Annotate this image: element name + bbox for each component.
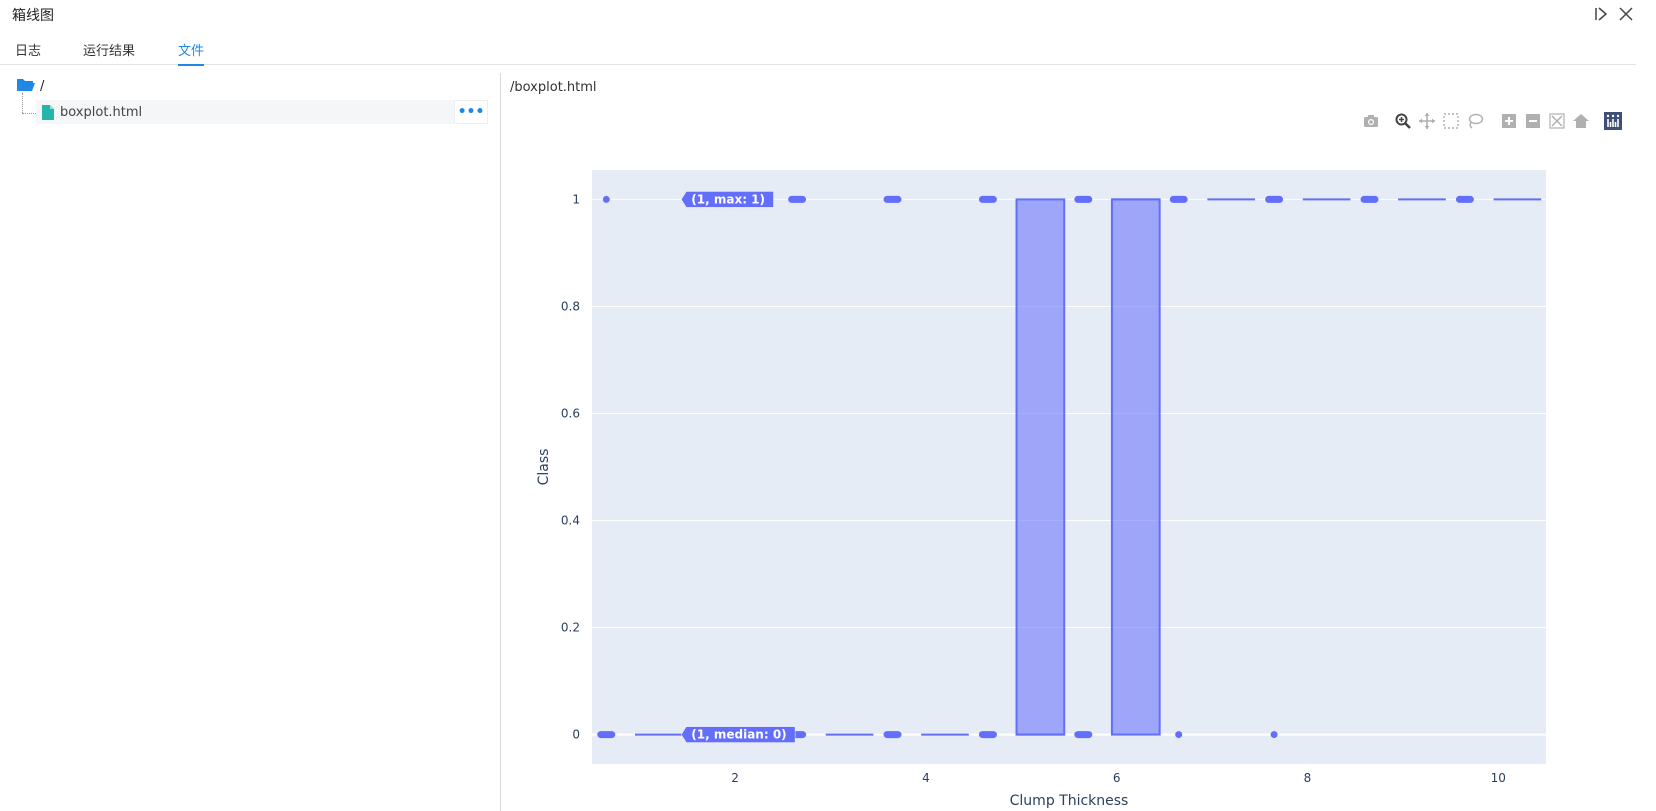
hover-label: (1, median: 0)	[681, 726, 796, 743]
tree-root-label: /	[40, 78, 45, 94]
x-axis-label: Clump Thickness	[1010, 793, 1129, 809]
y-tick-label: 0.4	[561, 514, 580, 528]
data-points[interactable]	[1265, 195, 1284, 203]
box-select-icon[interactable]	[1442, 112, 1460, 130]
window-title: 箱线图	[12, 8, 54, 24]
close-icon[interactable]	[1618, 6, 1634, 25]
plot-background[interactable]	[592, 170, 1546, 764]
x-tick-label: 2	[731, 771, 739, 785]
hover-label-text: (1, max: 1)	[691, 192, 765, 206]
file-item-boxplot[interactable]: boxplot.html •••	[36, 100, 488, 124]
x-tick-label: 4	[922, 771, 930, 785]
viewer-path: /boxplot.html	[510, 80, 597, 95]
file-tree-panel	[0, 66, 500, 811]
tab-results[interactable]: 运行结果	[83, 40, 135, 64]
data-points[interactable]	[883, 731, 902, 739]
tab-bar: 日志 运行结果 文件	[0, 36, 1636, 66]
zoom-icon[interactable]	[1394, 112, 1412, 130]
data-points[interactable]	[1169, 195, 1188, 203]
data-points[interactable]	[978, 195, 997, 203]
data-points[interactable]	[1455, 195, 1474, 203]
data-points[interactable]	[597, 731, 616, 739]
y-tick-label: 0.8	[561, 299, 580, 313]
box[interactable]	[1015, 198, 1066, 736]
data-points[interactable]	[1074, 195, 1093, 203]
x-tick-label: 8	[1304, 771, 1312, 785]
autoscale-icon[interactable]	[1548, 112, 1566, 130]
reset-axes-icon[interactable]	[1572, 112, 1590, 130]
folder-open-icon	[16, 76, 36, 96]
y-axis-label: Class	[536, 449, 552, 486]
plotly-logo-icon[interactable]	[1604, 112, 1622, 130]
data-points[interactable]	[1360, 195, 1379, 203]
outlier-point[interactable]	[1175, 731, 1183, 739]
x-tick-label: 6	[1113, 771, 1121, 785]
camera-icon[interactable]	[1362, 112, 1380, 130]
data-points[interactable]	[1074, 731, 1093, 739]
tab-files[interactable]: 文件	[178, 40, 205, 66]
x-tick-label: 10	[1491, 771, 1506, 785]
zoom-in-icon[interactable]	[1500, 112, 1518, 130]
y-tick-label: 1	[572, 192, 580, 206]
outlier-point[interactable]	[1270, 731, 1278, 739]
lasso-icon[interactable]	[1466, 112, 1484, 130]
boxplot-chart: 0 0.2 0.4 0.6 0.8 1 2 4 6 8 10 (1, max: 1) (1, media…	[536, 170, 1546, 809]
outlier-point[interactable]	[602, 195, 610, 203]
hover-label-text: (1, median: 0)	[691, 728, 786, 742]
more-options-button[interactable]: •••	[454, 100, 488, 124]
tab-log[interactable]: 日志	[15, 40, 41, 64]
y-tick-label: 0.2	[561, 621, 580, 635]
file-icon	[42, 104, 54, 120]
outlier-points[interactable]	[883, 195, 902, 203]
y-tick-label: 0	[572, 728, 580, 742]
collapse-panel-icon[interactable]	[1594, 6, 1608, 25]
hover-label: (1, max: 1)	[681, 191, 774, 208]
tree-root[interactable]: /	[16, 76, 44, 96]
y-tick-label: 0.6	[561, 406, 580, 420]
box[interactable]	[1110, 198, 1161, 736]
pan-icon[interactable]	[1418, 112, 1436, 130]
tree-connector	[22, 113, 36, 114]
zoom-out-icon[interactable]	[1524, 112, 1542, 130]
file-name: boxplot.html	[60, 104, 143, 120]
outlier-points[interactable]	[788, 195, 807, 203]
data-points[interactable]	[978, 731, 997, 739]
tree-connector	[22, 93, 23, 113]
